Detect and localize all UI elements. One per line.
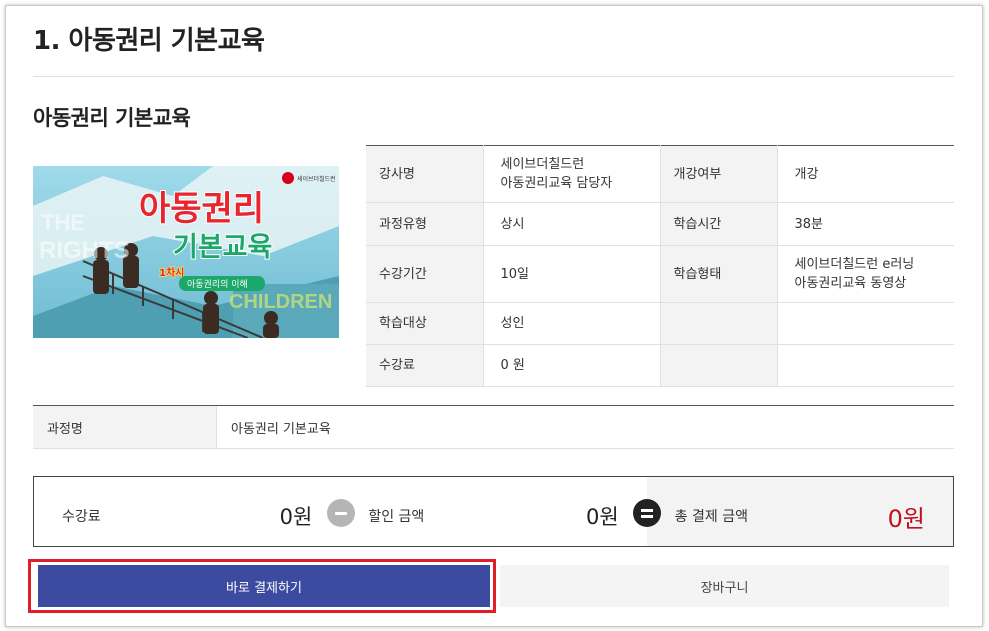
- logo-text: 세이브더칠드런: [297, 175, 336, 183]
- chapter-badge: 1차시: [159, 266, 184, 279]
- fee-summary: 수강료 0원: [34, 477, 340, 546]
- bg-text-rights: RIGHTS: [39, 237, 130, 264]
- price-summary: 수강료 0원 할인 금액 0원 총 결제 금액 0원: [33, 476, 954, 547]
- course-name-value: 아동권리 기본교육: [231, 421, 331, 437]
- course-name-label: 과정명: [33, 406, 217, 448]
- study-time-value: 38분: [776, 202, 954, 246]
- logo-icon: [282, 172, 294, 184]
- discount-summary: 할인 금액 0원: [340, 477, 646, 546]
- instructor-line-1: 세이브더칠드런: [500, 157, 585, 172]
- target-value: 성인: [482, 302, 660, 345]
- total-label: 총 결제 금액: [674, 509, 748, 525]
- table-row: 수강기간 10일 학습형태 세이브더칠드런 e러닝 아동권리교육 동영상: [366, 245, 954, 303]
- empty-label-cell: [659, 302, 777, 345]
- empty-value-cell: [776, 344, 954, 387]
- headline-1: 아동권리: [139, 189, 264, 229]
- study-time-label: 학습시간: [659, 202, 777, 246]
- table-row: 학습대상 성인: [366, 302, 954, 345]
- open-status-label: 개강여부: [659, 145, 777, 203]
- minus-icon: [327, 499, 355, 527]
- course-title: 아동권리 기본교육: [33, 106, 191, 130]
- headline-2: 기본교육: [173, 232, 272, 263]
- course-name-row: 과정명 아동권리 기본교육: [33, 405, 954, 449]
- fee-label: 수강료: [366, 344, 483, 387]
- fee-value: 0 원: [482, 344, 660, 387]
- equals-icon: [633, 499, 661, 527]
- format-value: 세이브더칠드런 e러닝 아동권리교육 동영상: [776, 245, 954, 303]
- course-thumbnail: THE RIGHTS CHILDREN 세이브더칠드런 아동권리 기본교육 1차…: [33, 166, 339, 338]
- format-line-2: 아동권리교육 동영상: [794, 276, 907, 291]
- instructor-line-2: 아동권리교육 담당자: [500, 176, 613, 191]
- summary-fee-value: 0원: [279, 505, 313, 529]
- buy-now-button[interactable]: 바로 결제하기: [38, 565, 490, 607]
- period-label: 수강기간: [366, 245, 483, 303]
- table-row: 강사명 세이브더칠드런 아동권리교육 담당자 개강여부 개강: [366, 145, 954, 203]
- table-row: 과정유형 상시 학습시간 38분: [366, 202, 954, 246]
- cart-button[interactable]: 장바구니: [500, 565, 949, 607]
- summary-fee-label: 수강료: [62, 509, 101, 525]
- format-line-1: 세이브더칠드런 e러닝: [794, 257, 915, 272]
- empty-label-cell: [659, 344, 777, 387]
- total-summary: 총 결제 금액 0원: [646, 477, 953, 546]
- empty-value-cell: [776, 302, 954, 345]
- course-type-label: 과정유형: [366, 202, 483, 246]
- title-divider: [33, 76, 954, 77]
- open-status-value: 개강: [776, 145, 954, 203]
- period-value: 10일: [482, 245, 660, 303]
- chapter-caption: 아동권리의 이해: [187, 278, 248, 290]
- course-type-value: 상시: [482, 202, 660, 246]
- format-label: 학습형태: [659, 245, 777, 303]
- bg-text-the: THE: [41, 210, 85, 235]
- course-info-table: 강사명 세이브더칠드런 아동권리교육 담당자 개강여부 개강 과정유형 상시 학…: [366, 145, 954, 387]
- total-value: 0원: [887, 505, 925, 533]
- discount-label: 할인 금액: [368, 509, 425, 525]
- page-title: 1. 아동권리 기본교육: [33, 26, 265, 56]
- table-row: 수강료 0 원: [366, 344, 954, 387]
- bg-text-children: CHILDREN: [229, 291, 332, 313]
- discount-value: 0원: [585, 505, 619, 529]
- target-label: 학습대상: [366, 302, 483, 345]
- instructor-label: 강사명: [366, 145, 483, 203]
- instructor-value: 세이브더칠드런 아동권리교육 담당자: [482, 145, 660, 203]
